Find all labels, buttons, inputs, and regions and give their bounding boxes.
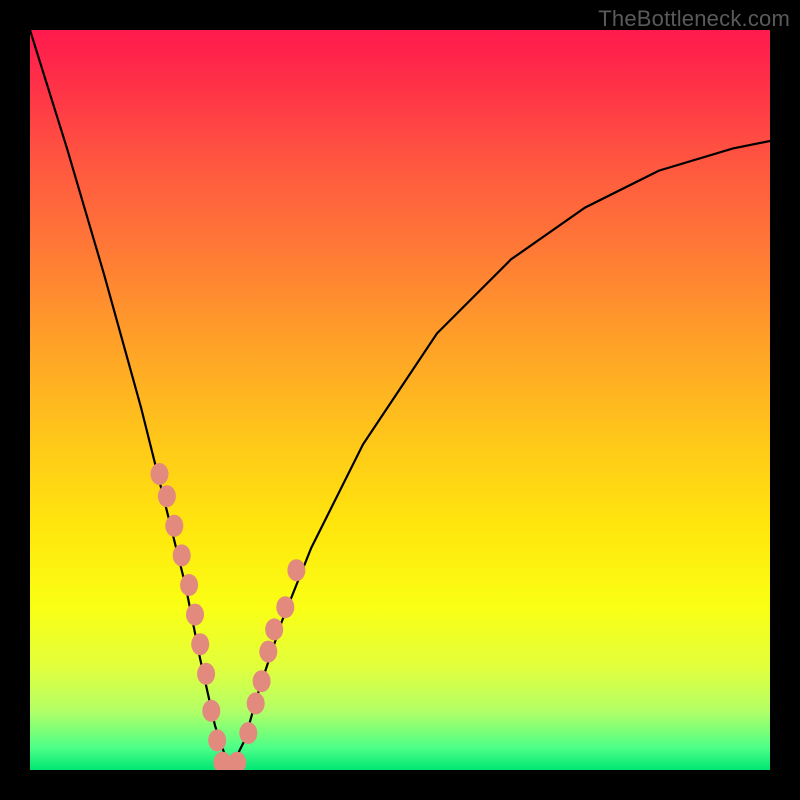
watermark-text: TheBottleneck.com (598, 6, 790, 32)
data-marker (287, 559, 305, 581)
chart-frame: TheBottleneck.com (0, 0, 800, 800)
data-marker (191, 633, 209, 655)
chart-svg (30, 30, 770, 770)
data-marker (265, 618, 283, 640)
data-marker (253, 670, 271, 692)
data-marker (186, 604, 204, 626)
data-marker (151, 463, 169, 485)
bottleneck-curve (30, 30, 770, 770)
data-marker (247, 692, 265, 714)
data-marker (208, 729, 226, 751)
data-marker (259, 641, 277, 663)
plot-area (30, 30, 770, 770)
marker-group (151, 463, 306, 770)
data-marker (180, 574, 198, 596)
data-marker (173, 544, 191, 566)
data-marker (239, 722, 257, 744)
data-marker (276, 596, 294, 618)
data-marker (228, 752, 246, 770)
data-marker (197, 663, 215, 685)
data-marker (202, 700, 220, 722)
data-marker (165, 515, 183, 537)
data-marker (158, 485, 176, 507)
